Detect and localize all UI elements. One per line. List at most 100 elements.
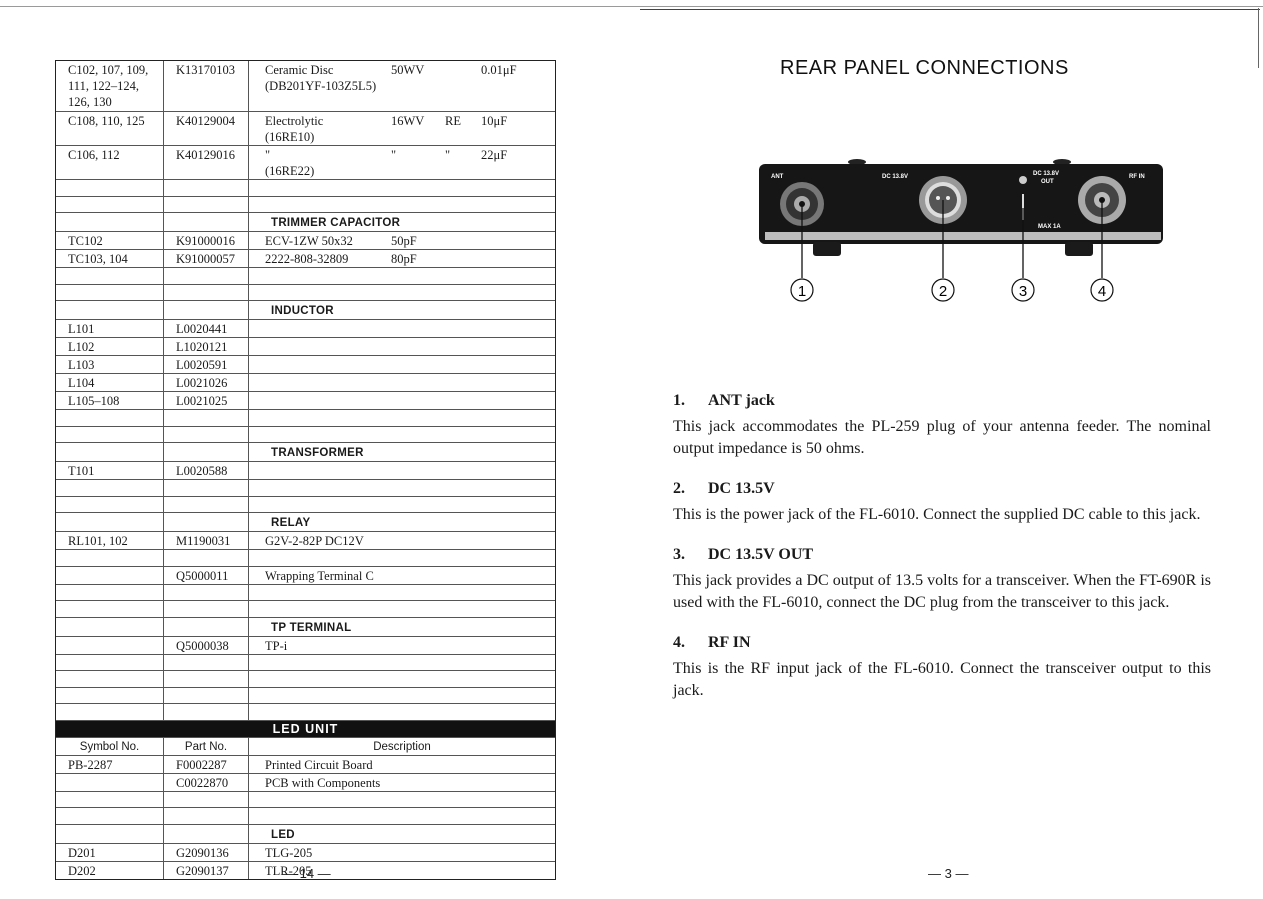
part-number-cell: G2090136 — [164, 843, 249, 861]
description-cell — [249, 338, 555, 355]
description-cell: G2V-2-82P DC12V — [249, 532, 555, 549]
column-header-row: Symbol No. Part No. Description — [56, 737, 555, 756]
svg-text:4: 4 — [1098, 283, 1106, 300]
description-cell: Printed Circuit Board — [249, 756, 555, 773]
description-cell — [249, 320, 555, 337]
table-row: C106, 112 K40129016 " (16RE22) " " 22μF — [56, 146, 555, 180]
symbol-cell — [56, 654, 164, 670]
description-text: Printed Circuit Board — [265, 757, 373, 772]
section-body: This is the power jack of the FL-6010. C… — [673, 506, 1201, 523]
symbol-cell — [56, 496, 164, 512]
part-number-cell — [164, 301, 249, 319]
description-cell — [249, 655, 555, 671]
symbol-text: L104 — [68, 376, 95, 390]
part-number-text: L0020588 — [176, 464, 228, 478]
panel-label-rf-in: RF IN — [1129, 174, 1145, 180]
blank-row — [56, 584, 555, 601]
foot-left — [813, 242, 841, 256]
svg-text:1: 1 — [798, 283, 806, 300]
section-number: 4. — [673, 634, 685, 651]
blank-row — [56, 791, 555, 808]
blank-row — [56, 671, 555, 688]
symbol-cell: C106, 112 — [56, 146, 164, 179]
description-cell — [249, 808, 555, 824]
table-row: C102, 107, 109, 111, 122–124, 126, 130 K1… — [56, 61, 555, 112]
description-cell — [249, 462, 555, 479]
description-cell: 2222-808-32809 80pF — [249, 250, 555, 267]
description-cell — [249, 550, 555, 566]
symbol-text: RL101, 102 — [68, 534, 128, 548]
symbol-cell: L101 — [56, 320, 164, 337]
description-text: G2V-2-82P DC12V — [265, 534, 364, 548]
section-number: 2. — [673, 480, 685, 497]
symbol-text: TC103, 104 — [68, 252, 128, 266]
part-number-cell: K13170103 — [164, 61, 249, 111]
symbol-cell — [56, 180, 164, 196]
connection-descriptions: 1. ANT jack This jack accommodates the PL… — [673, 392, 1211, 722]
blank-row — [56, 480, 555, 497]
part-number-cell — [164, 496, 249, 512]
value-text: 0.01μF — [481, 63, 517, 77]
section-title: RF IN — [708, 634, 751, 651]
symbol-cell — [56, 704, 164, 720]
value-text: 10μF — [481, 114, 508, 128]
part-number-text: L0021025 — [176, 394, 228, 408]
symbol-cell: D201 — [56, 843, 164, 861]
description-cell: PCB with Components — [249, 774, 555, 791]
section-body: This jack provides a DC output of 13.5 v… — [673, 572, 1211, 611]
section-row: LED — [56, 824, 555, 844]
symbol-cell: TC103, 104 — [56, 250, 164, 267]
symbol-cell — [56, 687, 164, 703]
part-number-cell: L0021025 — [164, 392, 249, 409]
symbol-cell: RL101, 102 — [56, 532, 164, 549]
part-number-cell — [164, 213, 249, 231]
part-number-text: K91000016 — [176, 234, 236, 248]
description-cell — [249, 688, 555, 704]
table-row: TC103, 104 K91000057 2222-808-32809 80pF — [56, 250, 555, 268]
panel-label-max: MAX 1A — [1038, 224, 1061, 230]
symbol-text: PB-2287 — [68, 757, 113, 772]
part-number-cell: L0020591 — [164, 356, 249, 373]
part-number-cell: L0021026 — [164, 374, 249, 391]
section-heading: TRIMMER CAPACITOR — [271, 217, 401, 229]
section-row: TRIMMER CAPACITOR — [56, 213, 555, 232]
symbol-cell — [56, 636, 164, 654]
foot-right — [1065, 242, 1093, 256]
symbol-cell — [56, 824, 164, 843]
table-row: C0022870 PCB with Components — [56, 773, 555, 792]
part-number-cell: K40129004 — [164, 112, 249, 145]
part-number-cell: K91000057 — [164, 250, 249, 267]
symbol-text: L103 — [68, 358, 95, 372]
part-number-text: G2090137 — [176, 863, 229, 878]
symbol-cell — [56, 268, 164, 284]
table-row: C108, 110, 125 K40129004 Electrolytic (16RE… — [56, 112, 555, 146]
table-row: L102 L1020121 — [56, 338, 555, 356]
symbol-cell — [56, 791, 164, 807]
symbol-cell: T101 — [56, 462, 164, 479]
part-number-text: K40129016 — [176, 148, 236, 162]
part-number-cell — [164, 617, 249, 636]
page-title: REAR PANEL CONNECTIONS — [780, 57, 1069, 79]
part-number-cell — [164, 550, 249, 566]
symbol-text: D202 — [68, 863, 96, 878]
part-number-text: M1190031 — [176, 534, 231, 548]
blank-row — [56, 704, 555, 721]
part-number-text: Q5000038 — [176, 638, 229, 653]
blank-row — [56, 808, 555, 825]
part-number-cell — [164, 480, 249, 496]
part-number-cell — [164, 671, 249, 687]
svg-text:3: 3 — [1019, 283, 1027, 300]
blank-row — [56, 496, 555, 513]
symbol-cell — [56, 617, 164, 636]
page-top-rule — [0, 6, 1263, 7]
symbol-cell — [56, 584, 164, 600]
section-heading: INDUCTOR — [271, 305, 334, 317]
section-title: DC 13.5V OUT — [708, 546, 814, 563]
symbol-cell — [56, 443, 164, 461]
blank-row — [56, 601, 555, 618]
table-row: RL101, 102 M1190031 G2V-2-82P DC12V — [56, 532, 555, 550]
column-header-description: Description — [373, 740, 431, 753]
description-cell: ECV-1ZW 50x32 50pF — [249, 232, 555, 249]
part-number-cell: C0022870 — [164, 773, 249, 791]
symbol-cell: D202 — [56, 861, 164, 879]
